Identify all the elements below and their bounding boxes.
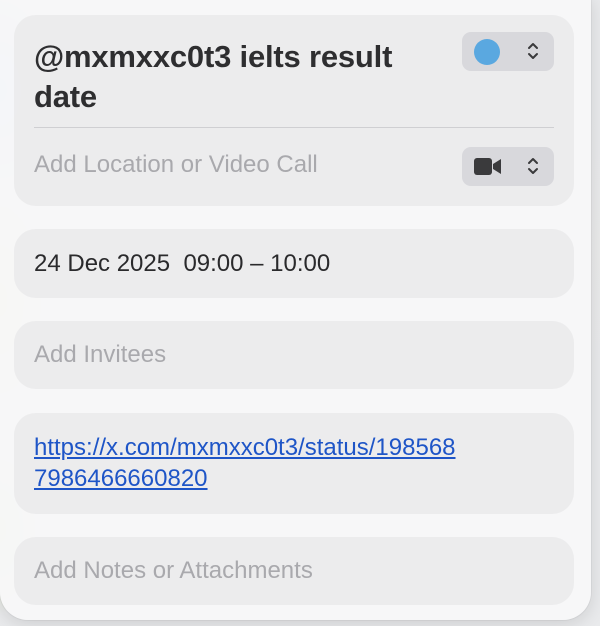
chevron-up-down-icon (528, 158, 538, 174)
video-call-picker[interactable] (462, 147, 554, 186)
event-popover: @mxmxxc0t3 ielts result date Add Locatio… (0, 0, 591, 620)
calendar-color-dot (474, 39, 500, 65)
video-camera-icon (474, 158, 501, 175)
date-time-section[interactable]: 24 Dec 2025 09:00 – 10:00 (14, 229, 574, 298)
event-title[interactable]: @mxmxxc0t3 ielts result date (34, 37, 444, 117)
calendar-color-picker[interactable] (462, 32, 554, 71)
invitees-section[interactable]: Add Invitees (14, 321, 574, 389)
event-date-time[interactable]: 24 Dec 2025 09:00 – 10:00 (34, 250, 330, 278)
notes-input[interactable]: Add Notes or Attachments (34, 557, 313, 585)
event-url-link[interactable]: https://x.com/mxmxxc0t3/status/198568798… (34, 432, 464, 494)
title-location-section: @mxmxxc0t3 ielts result date Add Locatio… (14, 15, 574, 206)
divider (34, 127, 554, 128)
notes-section[interactable]: Add Notes or Attachments (14, 537, 574, 605)
chevron-up-down-icon (528, 43, 538, 59)
url-section: https://x.com/mxmxxc0t3/status/198568798… (14, 413, 574, 514)
invitees-input[interactable]: Add Invitees (34, 341, 166, 369)
location-input[interactable]: Add Location or Video Call (34, 151, 318, 179)
